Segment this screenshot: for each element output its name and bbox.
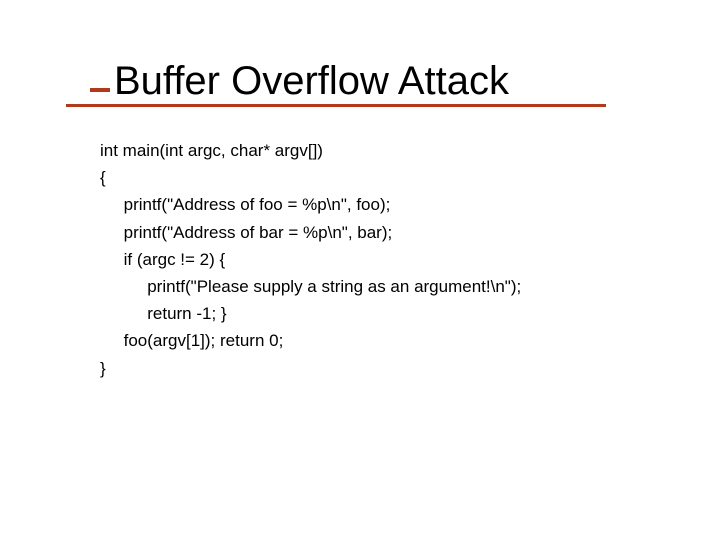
slide-title: Buffer Overflow Attack (114, 60, 509, 102)
code-line: foo(argv[1]); return 0; (100, 331, 283, 350)
code-line: int main(int argc, char* argv[]) (100, 141, 323, 160)
code-line: return -1; } (100, 304, 227, 323)
code-block: int main(int argc, char* argv[]) { print… (100, 137, 640, 382)
code-line: { (100, 168, 106, 187)
code-line: printf("Address of foo = %p\n", foo); (100, 195, 390, 214)
title-area: Buffer Overflow Attack (90, 60, 640, 107)
code-line: } (100, 359, 106, 378)
code-line: if (argc != 2) { (100, 250, 225, 269)
title-bullet-icon (90, 64, 110, 92)
code-line: printf("Address of bar = %p\n", bar); (100, 223, 392, 242)
code-line: printf("Please supply a string as an arg… (100, 277, 521, 296)
title-container: Buffer Overflow Attack (90, 60, 606, 107)
slide: Buffer Overflow Attack int main(int argc… (0, 0, 720, 540)
title-underline (66, 104, 606, 107)
